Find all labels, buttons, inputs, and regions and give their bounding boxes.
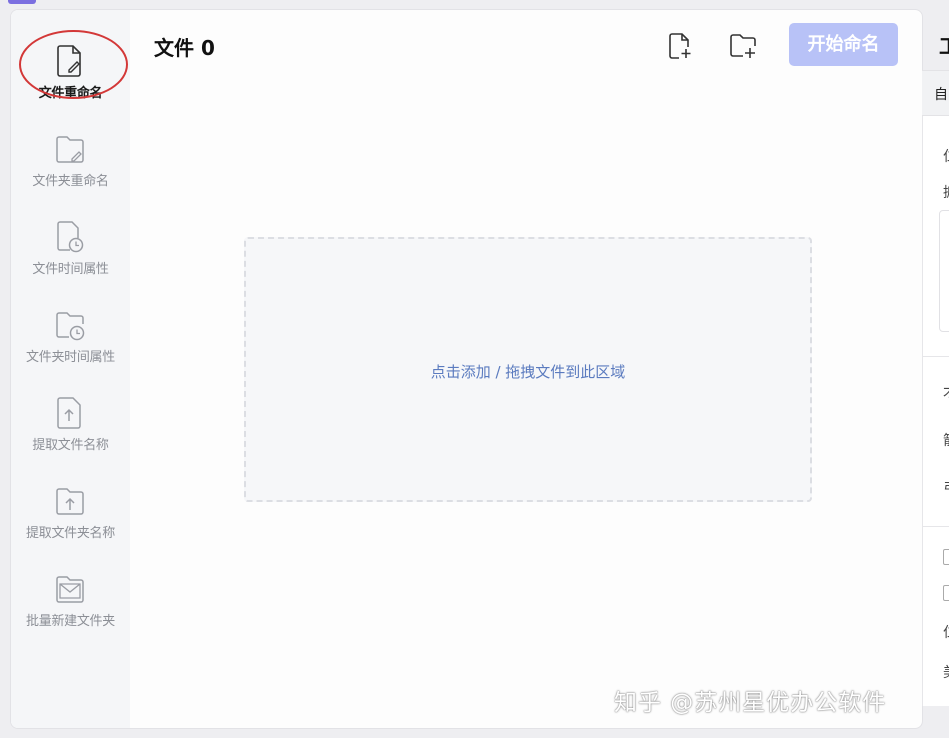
- folder-plus-icon[interactable]: [729, 32, 757, 60]
- right-settings-panel: 工 自 仁 搪 才 箭 弓 仁 美: [922, 0, 949, 738]
- sidebar: 文件重命名 文件夹重命名 文件时间属性 文件夹时间属性 提取文件名称 提取文件夹…: [11, 10, 130, 728]
- file-clock-icon: [57, 221, 84, 253]
- app-window: 文件重命名 文件夹重命名 文件时间属性 文件夹时间属性 提取文件名称 提取文件夹…: [10, 9, 923, 729]
- sidebar-item-extract-folder-names[interactable]: 提取文件夹名称: [11, 480, 130, 552]
- panel-body: 仁 搪 才 箭 弓 仁 美: [922, 116, 949, 706]
- panel-checkbox[interactable]: [943, 549, 949, 565]
- sidebar-item-label: 文件时间属性: [32, 262, 109, 277]
- panel-label: 才: [943, 382, 949, 402]
- file-plus-icon[interactable]: [666, 32, 694, 60]
- sidebar-item-batch-new-folder[interactable]: 批量新建文件夹: [11, 568, 130, 640]
- watermark: 知乎 @苏州星优办公软件: [614, 690, 887, 716]
- start-rename-button[interactable]: 开始命名: [789, 23, 898, 66]
- sidebar-item-label: 文件夹重命名: [32, 174, 109, 189]
- folder-edit-icon: [56, 136, 84, 163]
- panel-label: 仁: [943, 622, 949, 642]
- panel-tabbar: 自: [922, 70, 949, 116]
- sidebar-item-extract-file-names[interactable]: 提取文件名称: [11, 392, 130, 464]
- panel-divider: [923, 526, 949, 527]
- sidebar-item-label: 提取文件夹名称: [26, 526, 115, 541]
- folder-clock-icon: [56, 312, 85, 341]
- annotation-highlight-ring: [19, 30, 128, 99]
- folder-upload-icon: [56, 488, 84, 515]
- folder-mail-icon: [56, 576, 84, 603]
- panel-label: 仁: [943, 146, 949, 166]
- panel-label: 箭: [943, 430, 949, 450]
- sidebar-item-label: 提取文件名称: [32, 438, 109, 453]
- file-dropzone[interactable]: 点击添加 / 拖拽文件到此区域: [244, 237, 812, 502]
- file-upload-icon: [57, 397, 81, 429]
- dropzone-hint: 点击添加 / 拖拽文件到此区域: [430, 363, 626, 381]
- sidebar-item-label: 批量新建文件夹: [26, 614, 115, 629]
- panel-tab[interactable]: 自: [934, 84, 948, 104]
- panel-label: 搪: [943, 182, 949, 202]
- panel-textarea[interactable]: [939, 210, 949, 332]
- panel-checkbox[interactable]: [943, 585, 949, 601]
- sidebar-item-label: 文件夹时间属性: [26, 350, 115, 365]
- panel-title: 工: [939, 30, 949, 59]
- sidebar-item-folder-time[interactable]: 文件夹时间属性: [11, 304, 130, 376]
- panel-divider: [923, 356, 949, 357]
- page-title: 文件 0: [154, 36, 215, 60]
- panel-label: 弓: [943, 478, 949, 498]
- app-logo-fragment: [8, 0, 36, 4]
- sidebar-item-file-time[interactable]: 文件时间属性: [11, 216, 130, 288]
- panel-label: 美: [943, 662, 949, 682]
- sidebar-item-folder-rename[interactable]: 文件夹重命名: [11, 128, 130, 200]
